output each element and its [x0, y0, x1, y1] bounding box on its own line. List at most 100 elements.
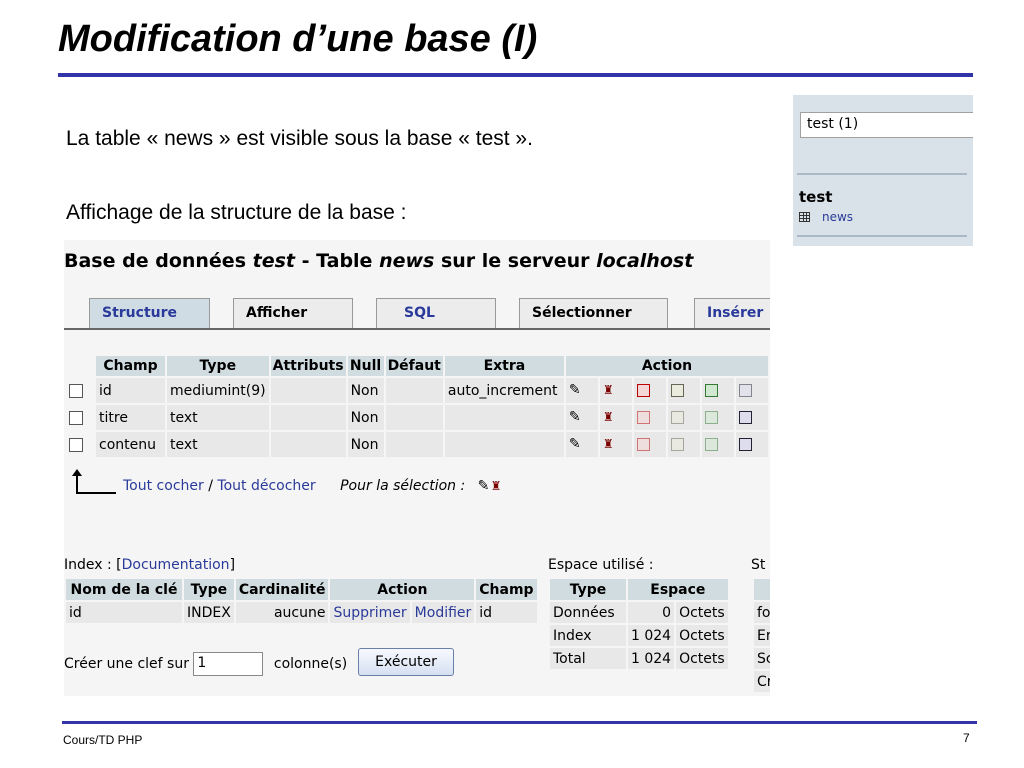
trash-icon[interactable]: ♜ [603, 411, 616, 424]
title-prefix: Base de données [64, 250, 253, 272]
table-row: id mediumint(9) Non auto_increment ✎ ♜ [64, 376, 770, 405]
slide-title: Modification d’une base (I) [58, 18, 538, 60]
row-checkbox[interactable] [69, 410, 83, 425]
trash-selection-icon[interactable]: ♜ [491, 479, 504, 493]
cell-defaut [383, 403, 445, 432]
cell-attributs [268, 376, 348, 405]
title-table: news [379, 250, 435, 272]
action-fulltext-cell [733, 376, 770, 405]
trash-icon[interactable]: ♜ [603, 438, 616, 451]
row-checkbox-cell [64, 403, 96, 432]
execute-button[interactable]: Exécuter [358, 648, 454, 676]
tab-structure[interactable]: Structure [89, 298, 210, 328]
row-checkbox[interactable] [69, 437, 83, 452]
index-icon[interactable] [670, 411, 684, 424]
stats-cell: Sc [752, 646, 770, 671]
action-edit-cell: ✎ [563, 376, 600, 405]
index-icon[interactable] [670, 438, 684, 451]
col-action: Action [563, 354, 770, 378]
edit-icon[interactable]: ✎ [569, 410, 582, 424]
cell-null: Non [345, 403, 386, 432]
edit-icon[interactable]: ✎ [569, 437, 582, 451]
tab-afficher[interactable]: Afficher [233, 298, 353, 328]
action-primary-cell [631, 403, 668, 432]
nav-database-name[interactable]: test [799, 188, 832, 206]
fulltext-icon[interactable] [738, 438, 752, 451]
cell-champ: contenu [94, 430, 167, 459]
stats-label: St [751, 557, 766, 573]
index-header-row: Nom de la clé Type Cardinalité Action Ch… [64, 577, 539, 602]
col-attributs: Attributs [268, 354, 348, 378]
fulltext-icon[interactable] [738, 411, 752, 424]
stats-cell: Cr [752, 669, 770, 694]
modify-index-link[interactable]: Modifier [415, 605, 472, 621]
action-index-cell [665, 430, 702, 459]
space-col-espace: Espace [626, 577, 730, 602]
idx-cell-nom: id [64, 600, 184, 625]
database-select[interactable]: test (1) [800, 112, 973, 138]
table-row: fo [752, 600, 770, 625]
space-cell-value: 0 [625, 600, 677, 625]
primary-key-icon[interactable] [636, 384, 650, 397]
stats-header [752, 577, 770, 602]
cell-type: text [165, 430, 271, 459]
cell-type: mediumint(9) [165, 376, 271, 405]
action-unique-cell [699, 403, 736, 432]
col-extra: Extra [442, 354, 566, 378]
index-icon[interactable] [670, 384, 684, 397]
stats-header-row [752, 577, 770, 602]
footer-rule [62, 721, 977, 724]
row-checkbox-cell [64, 430, 96, 459]
stats-cell: fo [752, 600, 770, 625]
stats-cell: Er [752, 623, 770, 648]
check-all-link[interactable]: Tout cocher [123, 478, 204, 494]
structure-table: Champ Type Attributs Null Défaut Extra A… [64, 354, 770, 459]
uncheck-all-link[interactable]: Tout décocher [217, 478, 315, 494]
header-checkbox-spacer [64, 354, 96, 378]
space-cell-value: 1 024 [625, 646, 677, 671]
table-row: contenu text Non ✎ ♜ [64, 430, 770, 459]
tab-inserer[interactable]: Insérer [694, 298, 770, 328]
table-row: Sc [752, 646, 770, 671]
index-label-suffix: ] [229, 557, 236, 573]
idx-col-nom: Nom de la clé [64, 577, 184, 602]
idx-col-action: Action [328, 577, 477, 602]
row-checkbox[interactable] [69, 383, 83, 398]
nav-table-link[interactable]: news [799, 210, 853, 224]
table-row: Cr [752, 669, 770, 694]
column-count-input[interactable]: 1 [193, 652, 264, 676]
trash-icon[interactable]: ♜ [603, 384, 616, 397]
tab-selectionner[interactable]: Sélectionner [519, 298, 668, 328]
col-defaut: Défaut [383, 354, 445, 378]
create-key-label: Créer une clef sur [64, 656, 189, 672]
action-primary-cell [631, 430, 668, 459]
table-row: Index 1 024 Octets [548, 623, 730, 648]
space-header-row: Type Espace [548, 577, 730, 602]
structure-screenshot: Base de données test - Table news sur le… [64, 240, 770, 696]
unique-icon[interactable] [704, 411, 718, 424]
unique-icon[interactable] [704, 384, 718, 397]
edit-icon[interactable]: ✎ [569, 383, 582, 397]
delete-index-link[interactable]: Supprimer [333, 605, 406, 621]
create-key-row: Créer une clef sur 1 colonne(s) [64, 652, 347, 676]
idx-cell-type: INDEX [182, 600, 236, 625]
fulltext-icon[interactable] [738, 384, 752, 397]
idx-col-type: Type [182, 577, 236, 602]
action-delete-cell: ♜ [597, 403, 634, 432]
documentation-link[interactable]: Documentation [122, 557, 230, 573]
bullet-text-1: La table « news » est visible sous la ba… [66, 127, 533, 150]
unique-icon[interactable] [704, 438, 718, 451]
col-champ: Champ [94, 354, 167, 378]
idx-cell-cardinalite: aucune [233, 600, 331, 625]
action-fulltext-cell [733, 430, 770, 459]
cell-extra [442, 430, 566, 459]
action-delete-cell: ♜ [597, 430, 634, 459]
nav-table-name[interactable]: news [822, 210, 853, 224]
primary-key-icon[interactable] [636, 411, 650, 424]
nav-screenshot: test (1) test news [793, 95, 973, 246]
action-unique-cell [699, 376, 736, 405]
primary-key-icon[interactable] [636, 438, 650, 451]
tab-sql[interactable]: SQL [376, 298, 496, 328]
edit-selection-icon[interactable]: ✎ [478, 479, 491, 493]
action-fulltext-cell [733, 403, 770, 432]
